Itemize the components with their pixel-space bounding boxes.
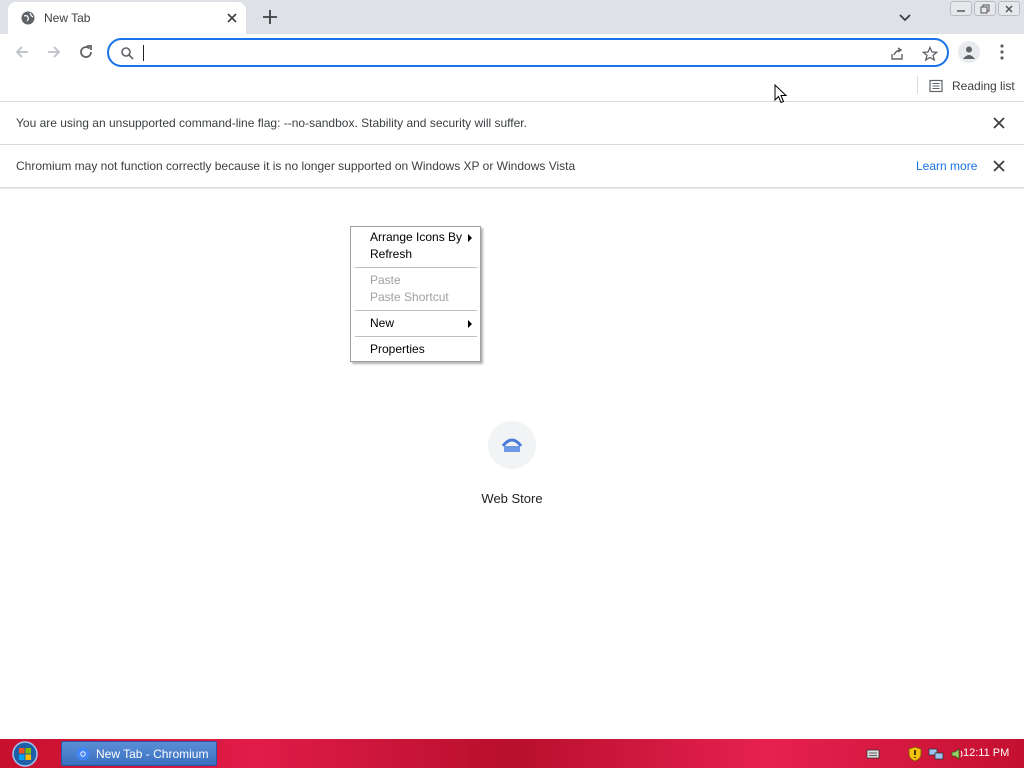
desktop-context-menu: Arrange Icons By Refresh Paste Paste Sho… xyxy=(350,226,481,362)
forward-button[interactable] xyxy=(43,41,65,63)
minimize-button[interactable] xyxy=(950,1,972,16)
keyboard-icon[interactable] xyxy=(866,748,880,760)
web-store-icon xyxy=(488,421,536,469)
volume-icon[interactable] xyxy=(950,747,964,761)
menu-item-label: Refresh xyxy=(370,247,413,261)
profile-avatar-icon xyxy=(963,46,975,59)
submenu-arrow-icon xyxy=(468,320,472,328)
reading-list-button[interactable]: Reading list xyxy=(928,76,1015,96)
close-icon xyxy=(1005,4,1013,13)
taskbar: New Tab - Chromium 12:11 PM xyxy=(0,739,1024,768)
close-icon[interactable] xyxy=(991,115,1007,131)
text-caret xyxy=(143,45,144,61)
close-icon[interactable] xyxy=(991,158,1007,174)
menu-item-refresh[interactable]: Refresh xyxy=(370,247,476,263)
taskbar-item-label: New Tab - Chromium xyxy=(96,746,209,761)
back-button[interactable] xyxy=(11,41,33,63)
close-window-button[interactable] xyxy=(998,1,1020,16)
minimize-icon xyxy=(957,9,965,12)
network-icon[interactable] xyxy=(928,747,944,761)
reading-list-label: Reading list xyxy=(952,79,1015,93)
share-icon[interactable] xyxy=(889,46,905,62)
bookmarks-separator xyxy=(917,76,918,94)
submenu-arrow-icon xyxy=(468,234,472,242)
taskbar-clock[interactable]: 12:11 PM xyxy=(963,747,1009,759)
kebab-menu-icon[interactable] xyxy=(994,42,1010,62)
menu-item-paste-shortcut: Paste Shortcut xyxy=(370,290,476,306)
shortcut-label: Web Store xyxy=(481,491,543,506)
menu-item-label: Arrange Icons By xyxy=(370,230,463,244)
menu-item-label: Properties xyxy=(370,342,425,356)
tab-new-tab[interactable]: New Tab xyxy=(8,2,246,34)
bookmark-star-icon[interactable] xyxy=(922,46,938,62)
infobar-sandbox-warning: You are using an unsupported command-lin… xyxy=(0,102,1024,145)
tab-strip: New Tab xyxy=(0,0,1024,34)
menu-separator xyxy=(355,310,477,311)
start-orb-icon[interactable] xyxy=(8,740,42,768)
close-tab-icon[interactable] xyxy=(224,10,240,26)
menu-item-new[interactable]: New xyxy=(370,316,476,332)
reload-icon xyxy=(80,45,92,58)
reload-button[interactable] xyxy=(75,41,97,63)
menu-item-label: Paste Shortcut xyxy=(370,290,449,304)
menu-item-label: New xyxy=(370,316,395,330)
toolbar xyxy=(0,34,1024,70)
system-tray xyxy=(866,743,964,765)
menu-item-arrange-icons-by[interactable]: Arrange Icons By xyxy=(370,230,476,246)
window-controls xyxy=(950,1,1020,17)
search-icon xyxy=(121,47,134,60)
globe-icon xyxy=(21,11,35,25)
new-tab-plus-icon[interactable] xyxy=(260,7,280,27)
taskbar-item-chromium[interactable]: New Tab - Chromium xyxy=(61,741,217,766)
back-arrow-icon xyxy=(15,46,28,58)
address-input[interactable] xyxy=(142,42,882,63)
bookmarks-bar: Reading list xyxy=(0,70,1024,102)
restore-button[interactable] xyxy=(974,1,996,16)
forward-arrow-icon xyxy=(48,46,61,58)
menu-separator xyxy=(355,336,477,337)
restore-icon xyxy=(980,4,990,13)
tab-title: New Tab xyxy=(44,11,91,25)
shortcut-web-store[interactable]: Web Store xyxy=(472,421,552,506)
infobar-message: You are using an unsupported command-lin… xyxy=(16,116,527,130)
infobar-unsupported-os: Chromium may not function correctly beca… xyxy=(0,145,1024,188)
menu-item-properties[interactable]: Properties xyxy=(370,342,476,358)
omnibox[interactable] xyxy=(107,38,949,67)
menu-item-paste: Paste xyxy=(370,273,476,289)
security-shield-icon[interactable] xyxy=(908,746,922,762)
new-tab-page: Web Store xyxy=(0,189,1024,739)
menu-item-label: Paste xyxy=(370,273,401,287)
infobar-message: Chromium may not function correctly beca… xyxy=(16,159,576,173)
menu-separator xyxy=(355,267,477,268)
chevron-down-icon[interactable] xyxy=(896,8,914,26)
learn-more-link[interactable]: Learn more xyxy=(916,159,977,173)
chromium-icon xyxy=(76,747,90,760)
mouse-cursor-icon xyxy=(774,84,788,104)
reading-list-icon xyxy=(929,79,943,93)
profile-button[interactable] xyxy=(958,41,980,63)
